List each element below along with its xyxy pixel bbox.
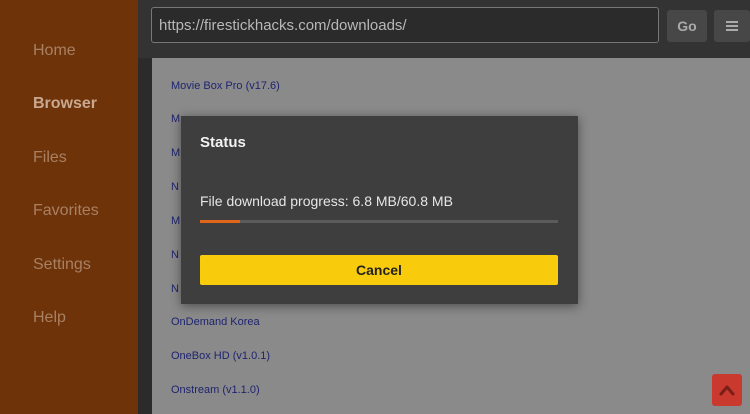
download-progress-text: File download progress: 6.8 MB/60.8 MB (200, 193, 453, 209)
download-status-dialog: Status File download progress: 6.8 MB/60… (181, 116, 578, 304)
sidebar: Home Browser Files Favorites Settings He… (0, 0, 138, 414)
sidebar-item-home[interactable]: Home (33, 42, 76, 60)
download-link[interactable]: Onstream (v1.1.0) (171, 384, 260, 396)
download-progress-fill (200, 220, 241, 223)
go-button[interactable]: Go (667, 10, 707, 42)
cancel-button[interactable]: Cancel (200, 255, 558, 285)
download-link[interactable]: OnDemand Korea (171, 316, 260, 328)
sidebar-item-help[interactable]: Help (33, 309, 66, 327)
download-link[interactable]: M (171, 113, 180, 125)
sidebar-item-favorites[interactable]: Favorites (33, 202, 99, 220)
download-link[interactable]: M (171, 215, 180, 227)
url-text: https://firestickhacks.com/downloads/ (159, 17, 407, 34)
sidebar-item-browser[interactable]: Browser (33, 95, 97, 113)
browser-toolbar: https://firestickhacks.com/downloads/ Go (138, 0, 750, 58)
download-link[interactable]: N (171, 249, 179, 261)
dialog-title: Status (200, 134, 246, 151)
scroll-to-top-button[interactable] (712, 374, 742, 406)
sidebar-item-settings[interactable]: Settings (33, 256, 91, 274)
download-link[interactable]: Movie Box Pro (v17.6) (171, 80, 280, 92)
url-input[interactable]: https://firestickhacks.com/downloads/ (151, 7, 659, 43)
download-link[interactable]: M (171, 147, 180, 159)
download-link[interactable]: OneBox HD (v1.0.1) (171, 350, 270, 362)
download-progress-bar (200, 220, 558, 223)
download-link[interactable]: N (171, 283, 179, 295)
sidebar-item-files[interactable]: Files (33, 149, 67, 167)
menu-button[interactable] (714, 10, 750, 42)
download-link[interactable]: N (171, 181, 179, 193)
chevron-up-icon (719, 385, 735, 396)
